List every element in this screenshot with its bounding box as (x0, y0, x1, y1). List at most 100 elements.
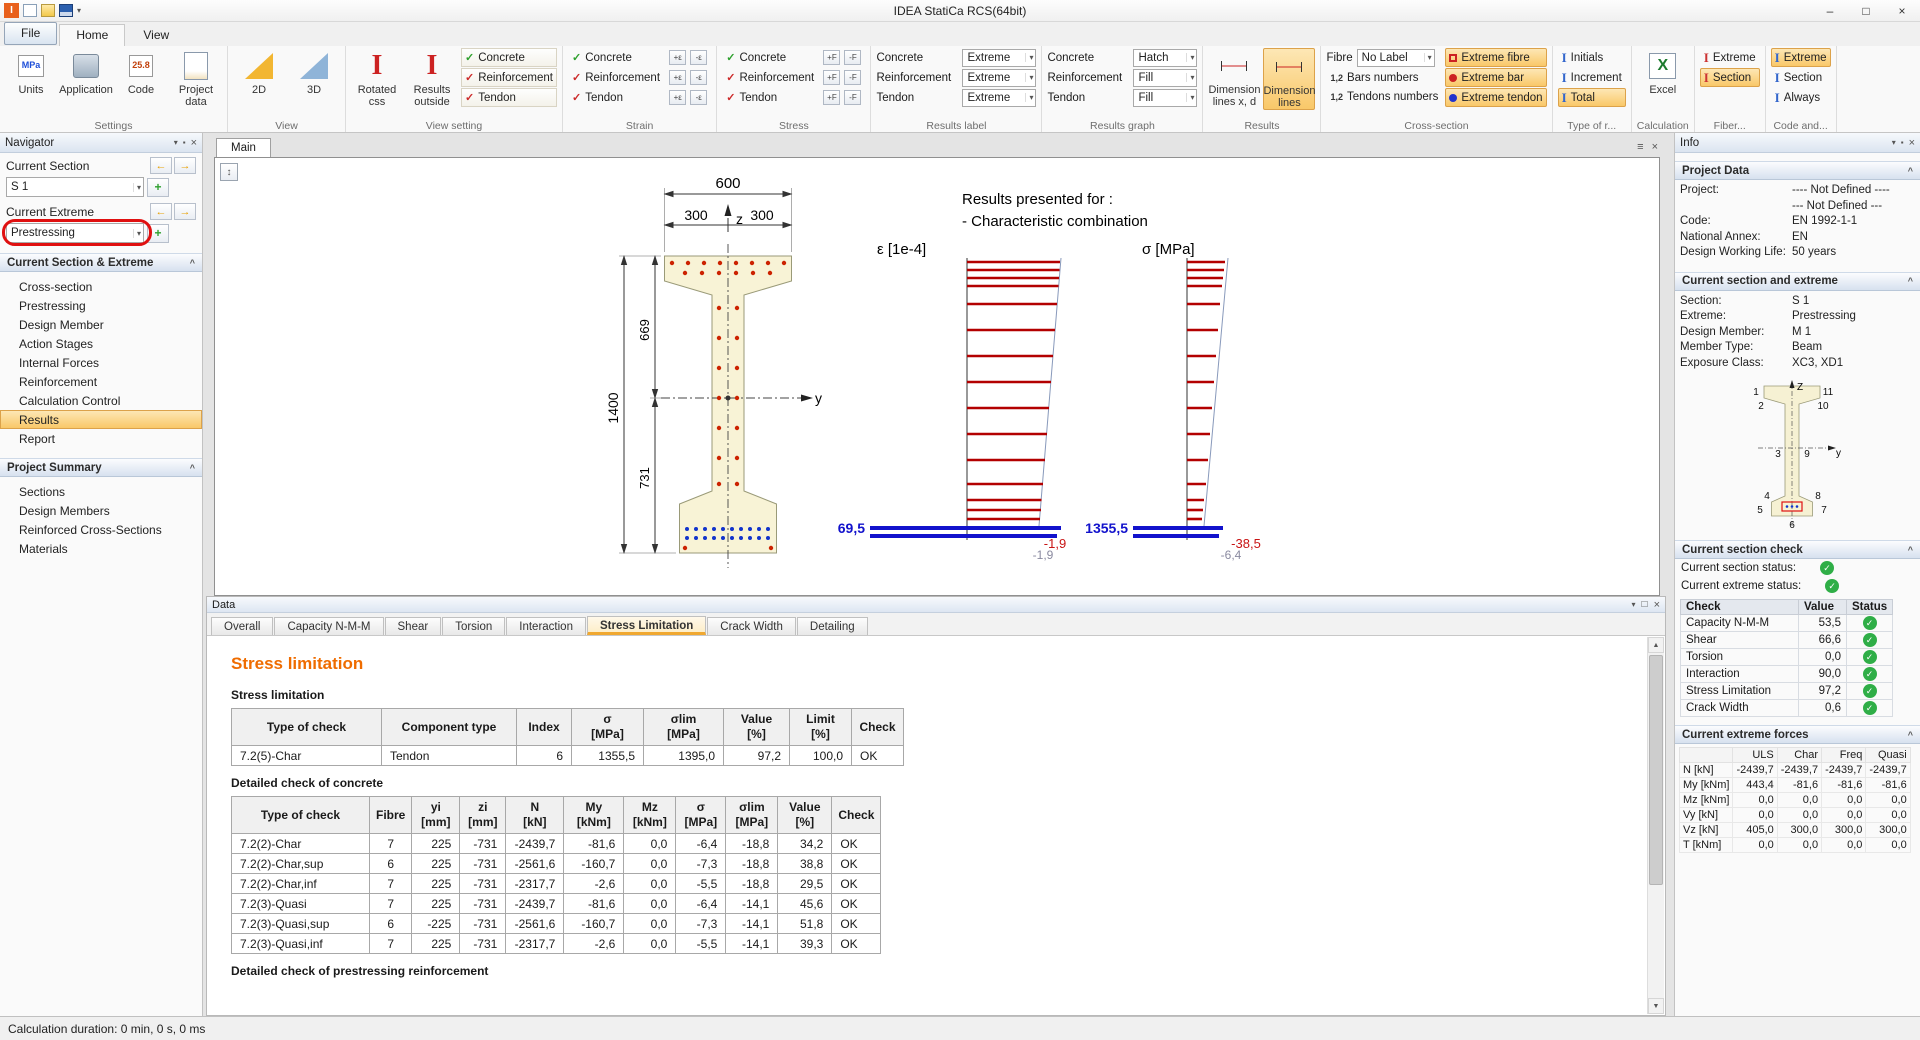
data-tab[interactable]: Capacity N-M-M (274, 617, 383, 635)
numbers-toggle[interactable]: 1,2 Bars numbers (1326, 68, 1442, 87)
stress-plus-button[interactable]: +F (823, 90, 840, 105)
results-label-select[interactable]: Extreme (962, 49, 1036, 67)
stress-plus-button[interactable]: +F (823, 50, 840, 65)
strain-toggle[interactable]: Tendon +ε -ε (568, 88, 711, 107)
drawing-canvas[interactable]: 600 300 300 1400 669 731 (214, 157, 1660, 596)
next-section-button[interactable] (174, 157, 196, 174)
project-data-header[interactable]: Project Data (1675, 161, 1920, 180)
navigator-item[interactable]: Calculation Control (0, 391, 202, 410)
stress-minus-button[interactable]: -F (844, 70, 861, 85)
navigator-item[interactable]: Action Stages (0, 334, 202, 353)
strain-plus-button[interactable]: +ε (669, 70, 686, 85)
units-button[interactable]: Units (5, 48, 57, 96)
tab-list-icon[interactable] (1637, 141, 1643, 153)
data-tab[interactable]: Crack Width (707, 617, 796, 635)
collapse-icon[interactable] (1908, 730, 1913, 740)
save-icon[interactable] (59, 4, 73, 17)
close-tab-icon[interactable] (1652, 141, 1658, 153)
minimize-button[interactable]: – (1812, 0, 1848, 22)
stress-toggle[interactable]: Reinforcement +F -F (722, 68, 865, 87)
ribbon-tab[interactable]: File (4, 22, 57, 45)
ribbon-tab[interactable]: View (127, 25, 185, 46)
previous-extreme-button[interactable] (150, 203, 172, 220)
scroll-up-button[interactable] (1648, 637, 1664, 653)
stress-toggle[interactable]: Concrete +F -F (722, 48, 865, 67)
data-tab[interactable]: Detailing (797, 617, 868, 635)
strain-toggle[interactable]: Concrete +ε -ε (568, 48, 711, 67)
strain-toggle[interactable]: Reinforcement +ε -ε (568, 68, 711, 87)
vertical-scrollbar[interactable] (1647, 637, 1664, 1014)
navigator-item[interactable]: Design Members (0, 501, 202, 520)
strain-plus-button[interactable]: +ε (669, 50, 686, 65)
open-file-icon[interactable] (41, 4, 55, 17)
fibre-label-select[interactable]: No Label (1357, 49, 1435, 67)
results-label-select[interactable]: Extreme (962, 89, 1036, 107)
application-button[interactable]: Application (60, 48, 112, 96)
calc-scope-toggle[interactable]: Extreme (1700, 48, 1760, 67)
extreme-toggle[interactable]: Extreme tendon (1445, 88, 1546, 107)
calc-scope-toggle[interactable]: Section (1700, 68, 1760, 87)
maximize-panel-icon[interactable] (1642, 599, 1648, 611)
code-scope-toggle[interactable]: Extreme (1771, 48, 1831, 67)
rotated-css-button[interactable]: Rotated css (351, 48, 403, 108)
result-type-toggle[interactable]: Initials (1558, 48, 1626, 67)
current-section-select[interactable]: S 1 (6, 177, 144, 197)
strain-minus-button[interactable]: -ε (690, 70, 707, 85)
extreme-toggle[interactable]: Extreme fibre (1445, 48, 1546, 67)
code-button[interactable]: Code (115, 48, 167, 96)
scrollbar-thumb[interactable] (1649, 655, 1663, 885)
panel-menu-icon[interactable] (1632, 599, 1636, 611)
data-tab[interactable]: Shear (385, 617, 442, 635)
view-3d-button[interactable]: 3D (288, 48, 340, 96)
scroll-down-button[interactable] (1648, 998, 1664, 1014)
close-icon[interactable] (191, 137, 197, 149)
collapse-icon[interactable] (1908, 276, 1913, 286)
results-outside-button[interactable]: Results outside (406, 48, 458, 108)
view-setting-toggle[interactable]: Concrete (461, 48, 557, 67)
navigator-item[interactable]: Reinforcement (0, 372, 202, 391)
tab-main[interactable]: Main (216, 138, 271, 157)
navigator-item[interactable]: Prestressing (0, 296, 202, 315)
result-type-toggle[interactable]: Increment (1558, 68, 1626, 87)
new-file-icon[interactable] (23, 4, 37, 17)
current-extreme-forces-header[interactable]: Current extreme forces (1675, 725, 1920, 744)
collapse-icon[interactable] (1908, 166, 1913, 176)
current-extreme-select[interactable]: Prestressing (6, 223, 144, 243)
current-section-extreme-header[interactable]: Current section and extreme (1675, 272, 1920, 291)
collapse-icon[interactable] (1908, 545, 1913, 555)
navigator-item[interactable]: Results (0, 410, 202, 429)
extreme-manager-button[interactable]: + (147, 224, 169, 243)
extreme-toggle[interactable]: Extreme bar (1445, 68, 1546, 87)
navigator-item[interactable]: Reinforced Cross-Sections (0, 520, 202, 539)
close-button[interactable]: × (1884, 0, 1920, 22)
collapse-icon[interactable] (190, 258, 195, 268)
strain-minus-button[interactable]: -ε (690, 90, 707, 105)
stress-minus-button[interactable]: -F (844, 50, 861, 65)
stress-toggle[interactable]: Tendon +F -F (722, 88, 865, 107)
code-scope-toggle[interactable]: Section (1771, 68, 1831, 87)
close-icon[interactable] (1654, 599, 1660, 611)
section-extreme-header[interactable]: Current Section & Extreme (0, 253, 202, 272)
app-logo-icon[interactable] (4, 3, 19, 18)
view-setting-toggle[interactable]: Tendon (461, 88, 557, 107)
strain-minus-button[interactable]: -ε (690, 50, 707, 65)
maximize-button[interactable]: □ (1848, 0, 1884, 22)
dimension-lines-button[interactable]: Dimension lines (1263, 48, 1315, 110)
project-summary-header[interactable]: Project Summary (0, 458, 202, 477)
section-manager-button[interactable]: + (147, 178, 169, 197)
numbers-toggle[interactable]: 1,2 Tendons numbers (1326, 87, 1442, 106)
data-tab[interactable]: Overall (211, 617, 273, 635)
ribbon-tab[interactable]: Home (59, 24, 125, 46)
pin-icon[interactable] (1901, 137, 1904, 149)
code-scope-toggle[interactable]: Always (1771, 88, 1831, 107)
data-tab[interactable]: Interaction (506, 617, 586, 635)
results-graph-select[interactable]: Hatch (1133, 49, 1197, 67)
previous-section-button[interactable] (150, 157, 172, 174)
data-tab[interactable]: Torsion (442, 617, 505, 635)
dimension-lines-xd-button[interactable]: Dimension lines x, d (1208, 48, 1260, 108)
quick-access-caret-icon[interactable] (77, 6, 81, 15)
navigator-item[interactable]: Cross-section (0, 277, 202, 296)
view-setting-toggle[interactable]: Reinforcement (461, 68, 557, 87)
navigator-item[interactable]: Report (0, 429, 202, 448)
stress-minus-button[interactable]: -F (844, 90, 861, 105)
